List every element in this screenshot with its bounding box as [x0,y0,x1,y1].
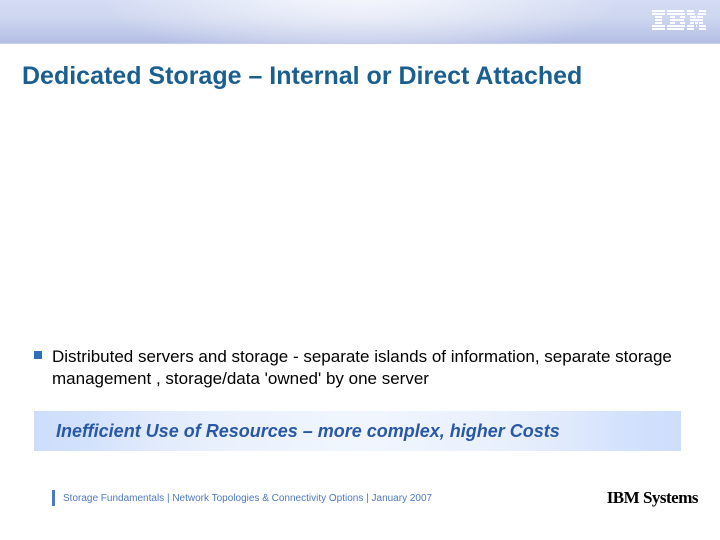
square-bullet-icon [34,351,42,359]
callout-bar: Inefficient Use of Resources – more comp… [34,411,681,451]
ibm-logo-icon [652,10,706,32]
bullet-text: Distributed servers and storage - separa… [52,346,688,390]
slide-body: Distributed servers and storage - separa… [34,346,688,390]
top-banner-highlight [0,0,720,43]
ibm-systems-label: IBM Systems [607,488,698,508]
callout-text: Inefficient Use of Resources – more comp… [56,421,560,442]
footer-tick-icon [52,490,55,506]
top-banner [0,0,720,44]
footer: Storage Fundamentals | Network Topologie… [52,490,432,506]
footer-text: Storage Fundamentals | Network Topologie… [63,493,432,504]
slide-title: Dedicated Storage – Internal or Direct A… [0,44,720,91]
ibm-logo [652,10,706,32]
slide-root: Dedicated Storage – Internal or Direct A… [0,0,720,540]
bullet-item: Distributed servers and storage - separa… [34,346,688,390]
